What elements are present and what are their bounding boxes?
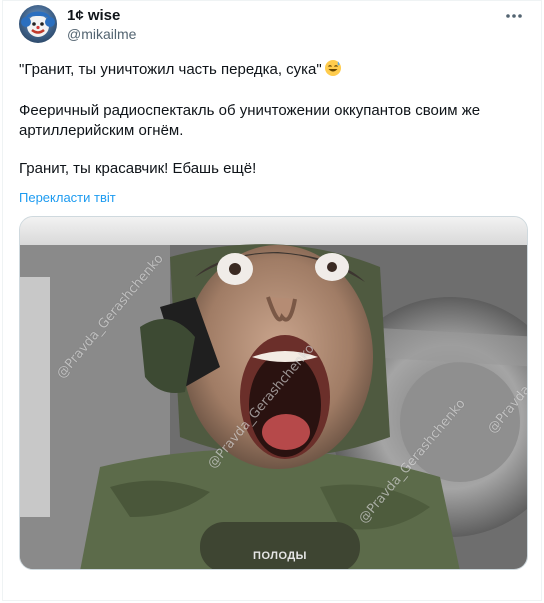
tweet-paragraph: Фееричный радиоспектакль об уничтожении … [19,102,485,139]
translate-tweet-link[interactable]: Перекласти твіт [19,190,116,205]
avatar[interactable] [19,5,57,43]
author-names: 1¢ wise @mikailme [67,6,136,43]
tweet-card: 1¢ wise @mikailme "Гранит, ты уничтожил … [2,0,542,601]
tweet-paragraph: "Гранит, ты уничтожил часть передка, сук… [19,59,519,83]
user-handle[interactable]: @mikailme [67,25,136,43]
display-name[interactable]: 1¢ wise [67,6,136,25]
more-options-button[interactable] [503,7,525,25]
tweet-quote-text: "Гранит, ты уничтожил часть передка, сук… [19,61,322,78]
tweet-header: 1¢ wise @mikailme [19,5,529,49]
tweet-paragraph: Гранит, ты красавчик! Ебашь ещё! [19,160,257,177]
sweat-smile-emoji-icon [324,59,342,83]
uniform-patch-text: ПОЛОДЫ [253,550,307,562]
tweet-video[interactable]: @Pravda_Gerashchenko @Pravda_Gerashchenk… [19,216,528,570]
tweet-text: "Гранит, ты уничтожил часть передка, сук… [19,59,519,197]
more-dots-icon [506,14,522,18]
clown-avatar-icon [21,11,55,37]
